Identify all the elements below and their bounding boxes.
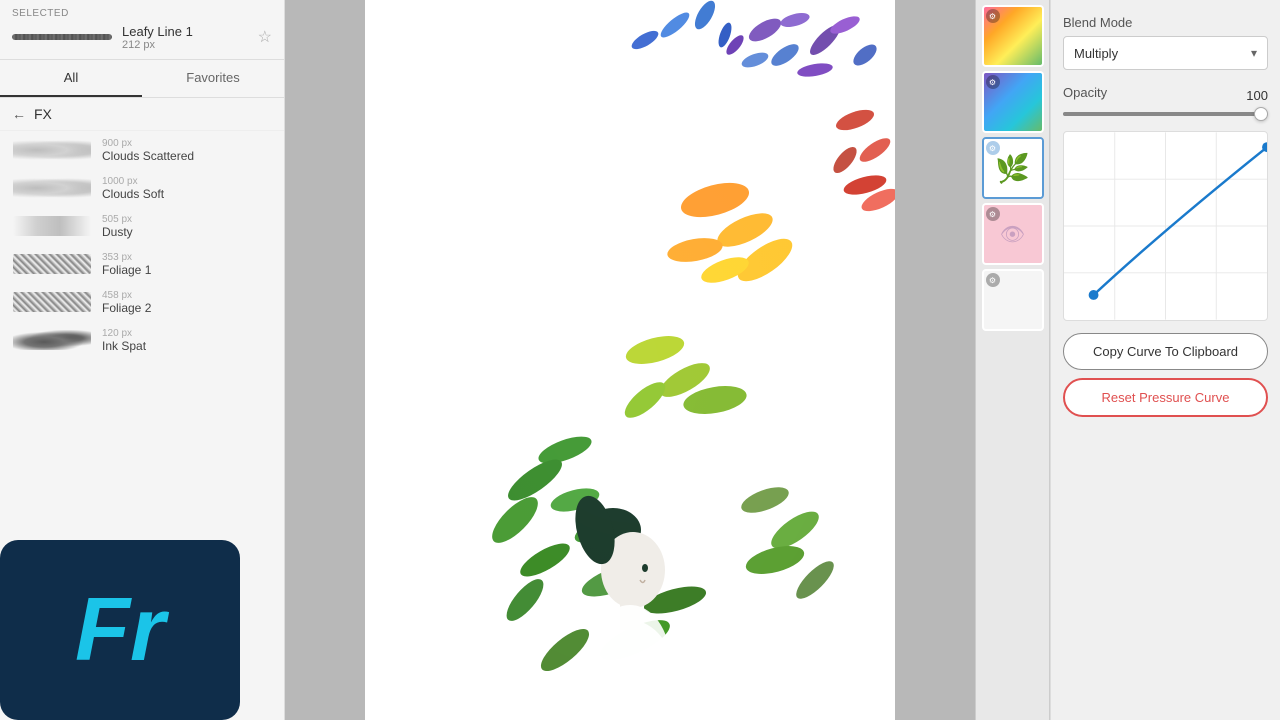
layer-item[interactable]: ⚙ — [982, 71, 1044, 133]
left-panel: SELECTED Leafy Line 1 212 px ☆ All Favor… — [0, 0, 285, 720]
list-item[interactable]: 1000 px Clouds Soft — [0, 169, 284, 207]
selected-brush-preview — [12, 23, 112, 51]
blend-mode-dropdown[interactable]: Multiply ▾ — [1063, 36, 1268, 70]
brush-size: 1000 px — [102, 176, 164, 187]
opacity-section: Opacity 100 — [1063, 85, 1268, 116]
brush-size: 353 px — [102, 252, 151, 263]
stroke-preview — [13, 292, 91, 312]
artwork-svg — [365, 0, 895, 720]
selected-brush-name: Leafy Line 1 — [122, 24, 248, 39]
layer-settings-icon: ⚙ — [986, 9, 1000, 23]
list-item[interactable]: 900 px Clouds Scattered — [0, 131, 284, 169]
brush-thumbnail — [12, 287, 92, 317]
stroke-preview — [13, 140, 91, 160]
pressure-curve-container[interactable] — [1063, 131, 1268, 321]
layers-panel: ⚙ ⚙ ⚙ 🌿 ⚙ 👁 ⚙ — [975, 0, 1050, 720]
opacity-label: Opacity — [1063, 85, 1107, 100]
opacity-slider-thumb[interactable] — [1254, 107, 1268, 121]
brush-thumbnail — [12, 249, 92, 279]
brush-info: 900 px Clouds Scattered — [102, 138, 194, 163]
selected-brush-size: 212 px — [122, 39, 248, 51]
opacity-value: 100 — [1246, 88, 1268, 103]
fx-header: ← FX — [0, 98, 284, 131]
blend-mode-value: Multiply — [1074, 46, 1118, 61]
tab-all[interactable]: All — [0, 60, 142, 97]
brush-thumbnail — [12, 211, 92, 241]
canvas-area[interactable] — [285, 0, 975, 720]
artwork — [365, 0, 895, 720]
opacity-header: Opacity 100 — [1063, 85, 1268, 106]
adobe-fr-logo: Fr — [0, 540, 240, 720]
copy-curve-button[interactable]: Copy Curve To Clipboard — [1063, 333, 1268, 370]
stroke-preview — [13, 216, 91, 236]
brush-name: Dusty — [102, 225, 133, 239]
layer-item[interactable]: ⚙ — [982, 5, 1044, 67]
list-item[interactable]: 505 px Dusty — [0, 207, 284, 245]
brush-thumbnail — [12, 173, 92, 203]
brush-name: Clouds Scattered — [102, 149, 194, 163]
brush-size: 458 px — [102, 290, 151, 301]
fr-text: Fr — [75, 579, 165, 682]
eye-icon: 👁 — [1000, 222, 1025, 247]
selected-label: SELECTED — [12, 8, 272, 19]
pressure-curve-svg — [1064, 132, 1267, 320]
brush-info: 458 px Foliage 2 — [102, 290, 151, 315]
stroke-preview — [13, 178, 91, 198]
tabs-row: All Favorites — [0, 60, 284, 98]
brush-name: Foliage 1 — [102, 263, 151, 277]
selected-brush-item: Leafy Line 1 212 px ☆ — [12, 23, 272, 51]
list-item[interactable]: 120 px Ink Spat — [0, 321, 284, 359]
favorite-star-icon[interactable]: ☆ — [258, 27, 272, 47]
layer-settings-icon: ⚙ — [986, 141, 1000, 155]
list-item[interactable]: 458 px Foliage 2 — [0, 283, 284, 321]
layer-item[interactable]: ⚙ 🌿 — [982, 137, 1044, 199]
stroke-preview — [13, 254, 91, 274]
layer-item[interactable]: ⚙ — [982, 269, 1044, 331]
tab-favorites[interactable]: Favorites — [142, 60, 284, 97]
tree-icon: 🌿 — [995, 152, 1030, 185]
brush-info: 120 px Ink Spat — [102, 328, 146, 353]
stroke-preview — [13, 330, 91, 350]
right-panel: Blend Mode Multiply ▾ Opacity 100 — [1050, 0, 1280, 720]
opacity-slider-track[interactable] — [1063, 112, 1268, 116]
opacity-slider-fill — [1063, 112, 1268, 116]
canvas-content — [285, 0, 975, 720]
brush-thumbnail — [12, 325, 92, 355]
brush-name: Foliage 2 — [102, 301, 151, 315]
selected-stroke-preview — [12, 34, 112, 40]
back-arrow-icon[interactable]: ← — [12, 106, 26, 122]
brush-thumbnail — [12, 135, 92, 165]
brush-size: 120 px — [102, 328, 146, 339]
brush-name: Ink Spat — [102, 339, 146, 353]
list-item[interactable]: 353 px Foliage 1 — [0, 245, 284, 283]
brush-size: 505 px — [102, 214, 133, 225]
blend-mode-section: Blend Mode Multiply ▾ — [1063, 15, 1268, 70]
reset-curve-button[interactable]: Reset Pressure Curve — [1063, 378, 1268, 417]
layer-settings-icon: ⚙ — [986, 75, 1000, 89]
blend-mode-label: Blend Mode — [1063, 15, 1268, 30]
brush-info: 1000 px Clouds Soft — [102, 176, 164, 201]
pressure-curve-section: Copy Curve To Clipboard Reset Pressure C… — [1063, 131, 1268, 705]
selected-brush-section: SELECTED Leafy Line 1 212 px ☆ — [0, 0, 284, 60]
brush-name: Clouds Soft — [102, 187, 164, 201]
fx-label: FX — [34, 106, 52, 122]
layer-settings-icon: ⚙ — [986, 273, 1000, 287]
dropdown-arrow-icon: ▾ — [1251, 46, 1257, 60]
layer-item[interactable]: ⚙ 👁 — [982, 203, 1044, 265]
layer-settings-icon: ⚙ — [986, 207, 1000, 221]
brush-size: 900 px — [102, 138, 194, 149]
brush-info: 353 px Foliage 1 — [102, 252, 151, 277]
brush-info: 505 px Dusty — [102, 214, 133, 239]
